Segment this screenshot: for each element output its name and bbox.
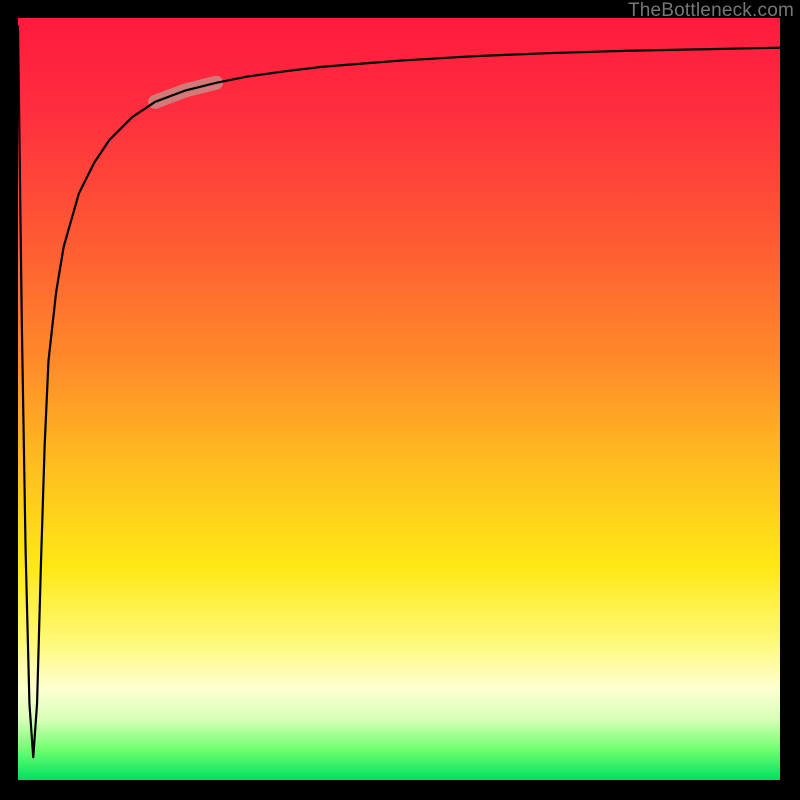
plot-area — [18, 18, 780, 780]
main-curve — [18, 26, 780, 758]
chart-frame: TheBottleneck.com — [0, 0, 800, 800]
curve-layer — [18, 18, 780, 780]
attribution-text: TheBottleneck.com — [628, 0, 794, 22]
